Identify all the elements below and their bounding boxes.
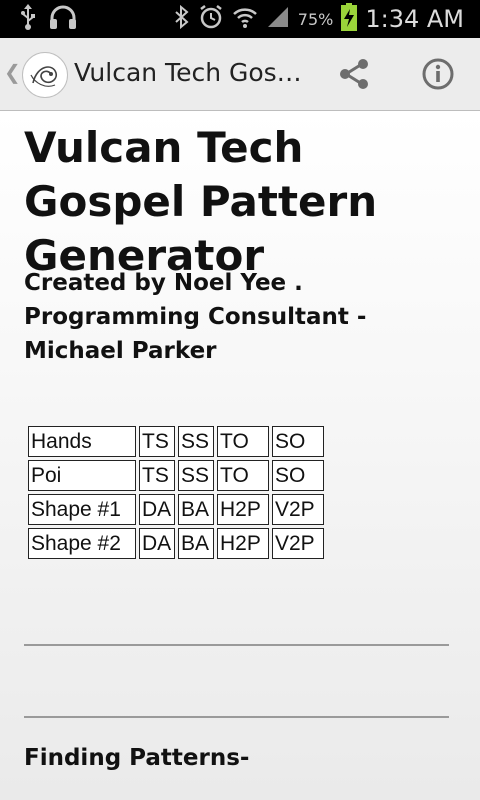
- table-cell[interactable]: Shape #2: [28, 528, 136, 559]
- table-cell[interactable]: Shape #1: [28, 494, 136, 525]
- table-row: Poi TS SS TO SO: [28, 460, 324, 491]
- credits-text: Created by Noel Yee . Programming Consul…: [24, 270, 367, 364]
- divider: [24, 716, 449, 718]
- table-cell[interactable]: TS: [139, 460, 175, 491]
- app-logo-icon[interactable]: [22, 52, 68, 98]
- wifi-icon: [232, 5, 258, 33]
- table-row: Hands TS SS TO SO: [28, 426, 324, 457]
- table-cell[interactable]: TO: [217, 460, 269, 491]
- clock: 1:34 AM: [365, 5, 464, 33]
- table-row: Shape #1 DA BA H2P V2P: [28, 494, 324, 525]
- table-cell[interactable]: DA: [139, 528, 175, 559]
- table-cell[interactable]: V2P: [272, 494, 324, 525]
- table-cell[interactable]: SS: [178, 460, 214, 491]
- main-content: Vulcan Tech Gospel Pattern Generator Cre…: [0, 111, 480, 800]
- table-cell[interactable]: TS: [139, 426, 175, 457]
- pattern-table: Hands TS SS TO SO Poi TS SS TO SO Shape …: [25, 423, 327, 562]
- headset-icon: [48, 4, 78, 34]
- table-cell[interactable]: H2P: [217, 528, 269, 559]
- table-cell[interactable]: V2P: [272, 528, 324, 559]
- app-title: Vulcan Tech Gos…: [74, 58, 302, 87]
- table-cell[interactable]: TO: [217, 426, 269, 457]
- up-caret-icon[interactable]: ❮: [4, 60, 21, 84]
- table-cell[interactable]: BA: [178, 528, 214, 559]
- page-title: Vulcan Tech Gospel Pattern Generator: [24, 123, 378, 280]
- alarm-icon: [198, 4, 224, 34]
- table-cell[interactable]: SO: [272, 426, 324, 457]
- table-cell[interactable]: Hands: [28, 426, 136, 457]
- table-cell[interactable]: Poi: [28, 460, 136, 491]
- battery-percent: 75%: [297, 9, 334, 29]
- table-cell[interactable]: H2P: [217, 494, 269, 525]
- signal-icon: [266, 5, 290, 33]
- table-cell[interactable]: SS: [178, 426, 214, 457]
- status-bar: 75% 1:34 AM: [0, 0, 480, 38]
- section-heading: Finding Patterns-: [24, 745, 250, 771]
- bluetooth-icon: [174, 4, 190, 33]
- action-bar: ❮ Vulcan Tech Gos…: [0, 38, 480, 111]
- battery-charging-icon: [341, 3, 358, 35]
- table-cell[interactable]: SO: [272, 460, 324, 491]
- share-icon[interactable]: [336, 56, 372, 92]
- table-cell[interactable]: BA: [178, 494, 214, 525]
- table-cell[interactable]: DA: [139, 494, 175, 525]
- usb-icon: [20, 4, 36, 34]
- info-icon[interactable]: [420, 56, 456, 92]
- table-row: Shape #2 DA BA H2P V2P: [28, 528, 324, 559]
- divider: [24, 644, 449, 646]
